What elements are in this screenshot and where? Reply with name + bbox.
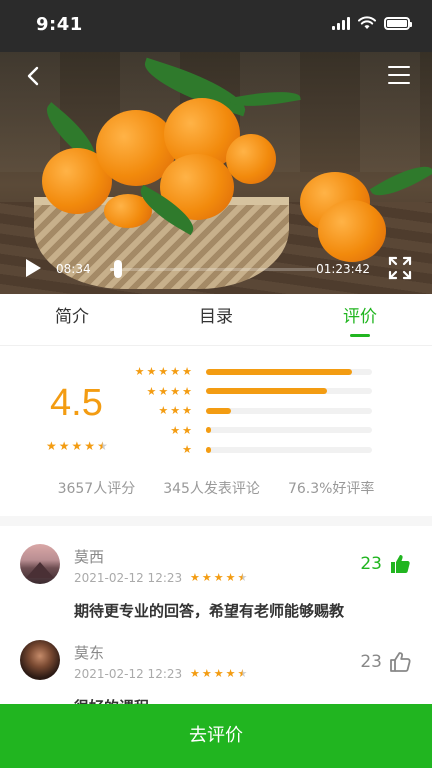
status-bar: 9:41 <box>0 0 432 52</box>
tab-reviews[interactable]: 评价 <box>288 294 432 345</box>
star-icon: ★ <box>158 384 169 398</box>
star-icon: ★ <box>213 667 224 680</box>
tab-bar: 简介 目录 评价 <box>0 294 432 346</box>
star-icon: ★ <box>182 365 192 379</box>
total-time: 01:23:42 <box>316 262 370 276</box>
star-icon: ★ <box>146 384 157 398</box>
star-icon: ★ <box>158 404 169 418</box>
like-count: 23 <box>360 554 382 574</box>
average-score: 4.5 <box>50 382 103 424</box>
star-icon: ★ <box>190 571 200 584</box>
distribution-bar <box>206 427 372 434</box>
star-icon: ★ <box>182 404 192 418</box>
rating-stats: 3657人评分 345人发表评论 76.3%好评率 <box>0 478 432 498</box>
fullscreen-icon[interactable] <box>388 256 412 280</box>
comment-text: 很好的课程 <box>74 696 149 704</box>
play-icon[interactable] <box>24 258 42 278</box>
star-icon: ★ <box>190 667 200 680</box>
star-icon: ★ <box>213 571 224 584</box>
progress-thumb[interactable] <box>114 260 123 278</box>
distribution-stars: ★ ★ ★ ★ ★ <box>135 365 206 379</box>
star-icon: ★ <box>158 365 169 379</box>
distribution-bar <box>206 446 372 453</box>
distribution-bar-fill <box>206 368 353 375</box>
positive-rate: 76.3%好评率 <box>287 481 375 497</box>
distribution-stars: ★ ★ <box>140 425 206 436</box>
half-star-icon: ★ <box>237 571 248 584</box>
star-icon: ★ <box>146 365 157 379</box>
star-icon: ★ <box>134 365 145 379</box>
distribution-bar-fill <box>206 427 211 434</box>
avatar[interactable] <box>20 640 60 680</box>
comment-date: 2021-02-12 12:23 <box>74 667 183 681</box>
avatar[interactable] <box>20 544 60 584</box>
battery-icon <box>384 16 412 30</box>
distribution-bar-fill <box>206 388 328 395</box>
wifi-icon <box>358 16 376 29</box>
comment-item: 莫东 2021-02-12 12:23 ★★★★★ 23 很好的课程 <box>0 624 432 704</box>
star-icon: ★ <box>58 439 70 453</box>
video-player[interactable]: 08:34 01:23:42 <box>0 52 432 294</box>
commenter-name: 莫东 <box>74 644 105 662</box>
video-progress-bar[interactable] <box>110 260 316 278</box>
tab-intro[interactable]: 简介 <box>0 294 144 345</box>
distribution-bar <box>206 388 372 395</box>
comment-text: 期待更专业的回答，希望有老师能够赐教 <box>74 602 345 620</box>
distribution-bar <box>206 368 372 375</box>
distribution-bar-fill <box>206 407 231 414</box>
comment-stars: ★ ★ ★ ★ ★ <box>190 668 247 679</box>
distribution-row-2: ★ ★ <box>140 421 372 441</box>
signal-icon <box>332 16 350 30</box>
star-icon: ★ <box>170 404 181 418</box>
star-icon: ★ <box>182 443 192 457</box>
distribution-row-3: ★ ★ ★ <box>140 401 372 421</box>
like-button[interactable]: 23 <box>360 552 412 576</box>
star-icon: ★ <box>46 439 57 453</box>
star-icon: ★ <box>170 365 181 379</box>
distribution-bar <box>206 407 372 414</box>
distribution-row-5: ★ ★ ★ ★ ★ <box>135 362 372 382</box>
commenter-name: 莫西 <box>74 548 105 566</box>
section-divider <box>0 516 432 526</box>
distribution-bar-fill <box>206 446 211 453</box>
average-stars: ★ ★ ★ ★ ★ <box>46 440 108 452</box>
star-icon: ★ <box>84 439 96 453</box>
half-star-icon: ★ <box>97 439 108 453</box>
half-star-icon: ★ <box>237 667 248 680</box>
distribution-stars: ★ ★ ★ <box>140 405 206 416</box>
distribution-row-1: ★ <box>140 440 372 460</box>
reviews-count: 345人发表评论 <box>163 481 260 497</box>
like-button[interactable]: 23 <box>360 650 412 674</box>
distribution-stars: ★ ★ ★ ★ <box>140 386 206 397</box>
write-review-button[interactable]: 去评价 <box>0 704 432 768</box>
comment-date: 2021-02-12 12:23 <box>74 571 183 585</box>
rating-distribution: ★ ★ ★ ★ ★ ★ ★ ★ ★ ★ ★ ★ ★ ★ ★ <box>135 362 372 460</box>
status-icons <box>332 16 412 30</box>
status-time: 9:41 <box>36 14 83 35</box>
comment-stars: ★ ★ ★ ★ ★ <box>190 572 247 583</box>
menu-icon[interactable] <box>388 66 410 84</box>
like-count: 23 <box>360 652 382 672</box>
star-icon: ★ <box>170 384 181 398</box>
ratings-count: 3657人评分 <box>57 481 136 497</box>
star-icon: ★ <box>225 667 236 680</box>
star-icon: ★ <box>71 439 83 453</box>
back-icon[interactable] <box>22 64 46 88</box>
rating-summary: 4.5 ★ ★ ★ ★ ★ ★ ★ ★ ★ ★ ★ ★ ★ ★ ★ ★ ★ ★ ★ ★ 3657人评分 34… <box>0 346 432 516</box>
thumbs-up-icon <box>390 652 411 672</box>
star-icon: ★ <box>225 571 236 584</box>
current-time: 08:34 <box>56 262 91 276</box>
distribution-row-4: ★ ★ ★ ★ <box>140 382 372 402</box>
star-icon: ★ <box>182 423 192 437</box>
comment-item: 莫西 2021-02-12 12:23 ★ ★ ★ ★ ★ 23 期待更专业的回答，希望… <box>0 526 432 624</box>
star-icon: ★ <box>201 571 212 584</box>
star-icon: ★ <box>182 384 192 398</box>
tab-catalog[interactable]: 目录 <box>144 294 288 345</box>
distribution-stars: ★ <box>140 444 206 455</box>
thumbs-up-icon <box>391 555 410 573</box>
star-icon: ★ <box>201 667 212 680</box>
star-icon: ★ <box>170 423 181 437</box>
